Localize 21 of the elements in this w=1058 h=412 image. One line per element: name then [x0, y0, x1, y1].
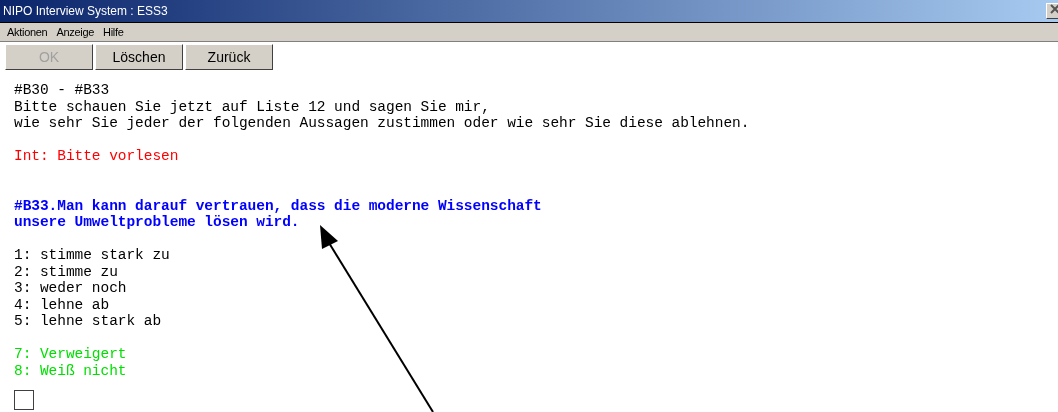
- answer-option: 4: lehne ab: [14, 296, 110, 313]
- close-icon: [1050, 4, 1058, 14]
- special-answer-option: 7: Verweigert: [14, 346, 127, 363]
- question-statement: unsere Umweltprobleme lösen wird.: [14, 214, 300, 231]
- special-answer-option: 8: Weiß nicht: [14, 362, 127, 379]
- question-text: wie sehr Sie jeder der folgenden Aussagen zustimmen oder wie sehr Sie diese ablehnen.: [14, 115, 750, 132]
- answer-option: 5: lehne stark ab: [14, 313, 162, 330]
- answer-option: 2: stimme zu: [14, 263, 118, 280]
- toolbar-button[interactable]: Zurück: [185, 44, 273, 70]
- menu-item[interactable]: Hilfe: [100, 26, 130, 38]
- question-statement: #B33.Man kann darauf vertrauen, dass die moderne Wissenschaft: [14, 197, 542, 214]
- menu-item[interactable]: Anzeige: [53, 26, 101, 38]
- question-text: #B30 - #B33: [14, 82, 110, 99]
- answer-field[interactable]: [14, 389, 34, 410]
- toolbar-button[interactable]: Löschen: [95, 44, 183, 70]
- window-title: NIPO Interview System : ESS3: [2, 4, 168, 18]
- question-text: Bitte schauen Sie jetzt auf Liste 12 und sagen Sie mir,: [14, 98, 490, 115]
- answer-option: 3: weder noch: [14, 280, 127, 297]
- answer-option: 1: stimme stark zu: [14, 247, 170, 264]
- interviewer-instruction: Int: Bitte vorlesen: [14, 148, 179, 165]
- menu-item[interactable]: Aktionen: [4, 26, 54, 38]
